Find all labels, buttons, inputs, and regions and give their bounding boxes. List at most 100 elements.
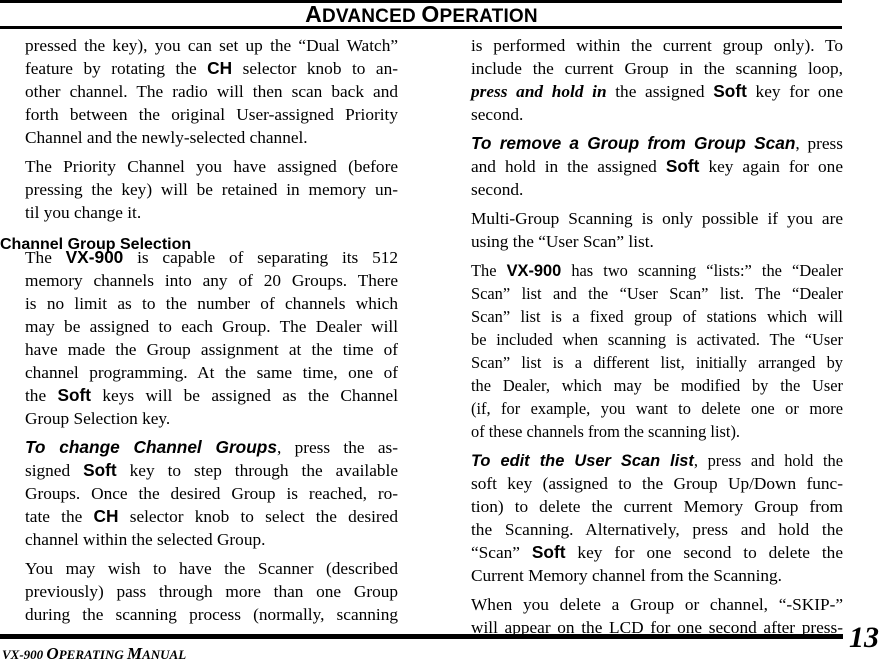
emphasis-text: Soft (531, 542, 566, 562)
section-heading-channel-group-selection: Channel Group Selection (0, 236, 192, 253)
text-line: pressed the key), you can set up the “Du… (25, 34, 398, 57)
text-line: signed Soft key to step through the avai… (25, 459, 398, 482)
body-text: (if, for example, you want to delete one… (471, 399, 843, 418)
text-line: other channel. The radio will then scan … (25, 80, 398, 103)
body-text: Groups. Once the desired Group is reache… (25, 484, 398, 503)
text-line: forth between the original User-assigned… (25, 103, 398, 126)
body-text: using the “User Scan” list. (471, 232, 654, 251)
emphasis-text: To change Channel Groups (25, 437, 277, 457)
body-text: is no limit as to the number of channels… (25, 294, 398, 313)
body-text: channel within the selected Group. (25, 530, 266, 549)
body-text: selector knob to an- (232, 59, 398, 78)
text-line: You may wish to have the Scanner (descri… (25, 557, 398, 580)
body-text: pressed the key), you can set up the “Du… (25, 36, 398, 55)
body-text: Scan” list is a different list, initiall… (471, 353, 843, 372)
body-text: second. (471, 105, 524, 124)
body-text: keys will be assigned as the Channel (91, 386, 398, 405)
body-text: has two scanning “lists:” the “Dealer (561, 261, 843, 280)
text-line: “Scan” Soft key for one second to delete… (471, 541, 843, 564)
manual-title-rest-1: PERATING (58, 647, 127, 662)
text-line: pressing the key) will be retained in me… (25, 178, 398, 201)
body-text: key for one (746, 82, 843, 101)
section-title-cap-2: O (421, 1, 440, 27)
section-title: ADVANCED OPERATION (0, 3, 843, 28)
body-text: the assigned (606, 82, 714, 101)
body-text: Current Memory channel from the Scanning… (471, 566, 782, 585)
emphasis-text: Soft (83, 460, 117, 480)
body-text: the (25, 386, 58, 405)
body-text: be included when scanning is activated. … (471, 330, 843, 349)
body-text: feature by rotating the (25, 59, 208, 78)
body-text: second. (471, 180, 524, 199)
text-line: have made the Group assignment at the ti… (25, 338, 398, 361)
body-text: Group Selection key. (25, 409, 171, 428)
manual-title-rest-2: ANUAL (142, 647, 187, 662)
emphasis-text: To remove a Group from Group Scan (471, 133, 796, 153)
body-text: previously) pass through more than one G… (25, 582, 398, 601)
body-text: other channel. The radio will then scan … (25, 82, 398, 101)
body-text: Scan” list is a fixed group of stations … (471, 307, 843, 326)
section-title-rest-1: DVANCED (321, 6, 422, 27)
body-text: The (471, 261, 507, 280)
text-line: and hold in the assigned Soft key again … (471, 155, 843, 178)
body-text: key to step through the available (116, 461, 398, 480)
emphasis-text: To edit the User Scan list (471, 452, 694, 470)
emphasis-text: CH (93, 506, 119, 526)
text-line: Current Memory channel from the Scanning… (471, 564, 843, 587)
footer-rule (0, 634, 843, 639)
text-line: memory channels into any of 20 Groups. T… (25, 269, 398, 292)
text-line: using the “User Scan” list. (471, 230, 843, 253)
text-line: is performed within the current group on… (471, 34, 843, 57)
text-line: the Scanning. Alternatively, press and h… (471, 518, 843, 541)
emphasis-text: VX-900 (506, 262, 562, 280)
text-line: To edit the User Scan list, press and ho… (471, 449, 843, 472)
body-text: is performed within the current group on… (471, 36, 843, 55)
body-text: selector knob to select the desired (118, 507, 398, 526)
text-line: To change Channel Groups, press the as- (25, 436, 398, 459)
body-text: key again for one (699, 157, 843, 176)
body-text: The Priority Channel you have assigned (… (25, 157, 398, 176)
text-line: Scan” list is a different list, initiall… (471, 351, 843, 374)
body-text: Multi-Group Scanning is only possible if… (471, 209, 843, 228)
body-text: , press the as- (276, 438, 398, 457)
text-line: the Dealer, which may be modified by the… (471, 374, 843, 397)
body-text: pressing the key) will be retained in me… (25, 180, 398, 199)
body-text: forth between the original User-assigned… (25, 105, 398, 124)
text-line: feature by rotating the CH selector knob… (25, 57, 398, 80)
manual-title-cap-2: M (126, 644, 143, 663)
text-line: of these channels from the scanning list… (471, 420, 843, 443)
text-line: When you delete a Group or channel, “-SK… (471, 593, 843, 616)
emphasis-text: CH (207, 58, 233, 78)
text-line: second. (471, 103, 843, 126)
body-text: You may wish to have the Scanner (descri… (25, 559, 398, 578)
emphasis-text: press and hold in (471, 82, 607, 101)
text-line: previously) pass through more than one G… (25, 580, 398, 603)
body-text: the Scanning. Alternatively, press and h… (471, 520, 843, 539)
manual-title-cap-1: O (46, 644, 59, 663)
text-line: tate the CH selector knob to select the … (25, 505, 398, 528)
text-line: the Soft keys will be assigned as the Ch… (25, 384, 398, 407)
text-line: The Priority Channel you have assigned (… (25, 155, 398, 178)
section-title-rest-2: PERATION (439, 6, 538, 27)
body-text: of these channels from the scanning list… (471, 422, 741, 441)
page-number: 13 (849, 621, 879, 654)
text-line: (if, for example, you want to delete one… (471, 397, 843, 420)
text-line: Multi-Group Scanning is only possible if… (471, 207, 843, 230)
text-line: second. (471, 178, 843, 201)
body-text: til you change it. (25, 203, 142, 222)
body-text: When you delete a Group or channel, “-SK… (471, 595, 843, 614)
text-line: The VX-900 has two scanning “lists:” the… (471, 259, 843, 282)
text-line: may be assigned to each Group. The Deale… (25, 315, 398, 338)
body-text: , press and hold the (693, 451, 843, 470)
text-line: soft key (assigned to the Group Up/Down … (471, 472, 843, 495)
body-text: channel programming. At the same time, o… (25, 363, 398, 382)
text-line: press and hold in the assigned Soft key … (471, 80, 843, 103)
text-line: be included when scanning is activated. … (471, 328, 843, 351)
manual-title: VX-900 OPERATING MANUAL (2, 644, 187, 663)
body-text: and hold in the assigned (471, 157, 666, 176)
body-text: key for one second to delete the (565, 543, 843, 562)
section-title-cap-1: A (305, 1, 322, 27)
text-line: Channel and the newly-selected channel. (25, 126, 398, 149)
text-line: Group Selection key. (25, 407, 398, 430)
text-line: include the current Group in the scannin… (471, 57, 843, 80)
